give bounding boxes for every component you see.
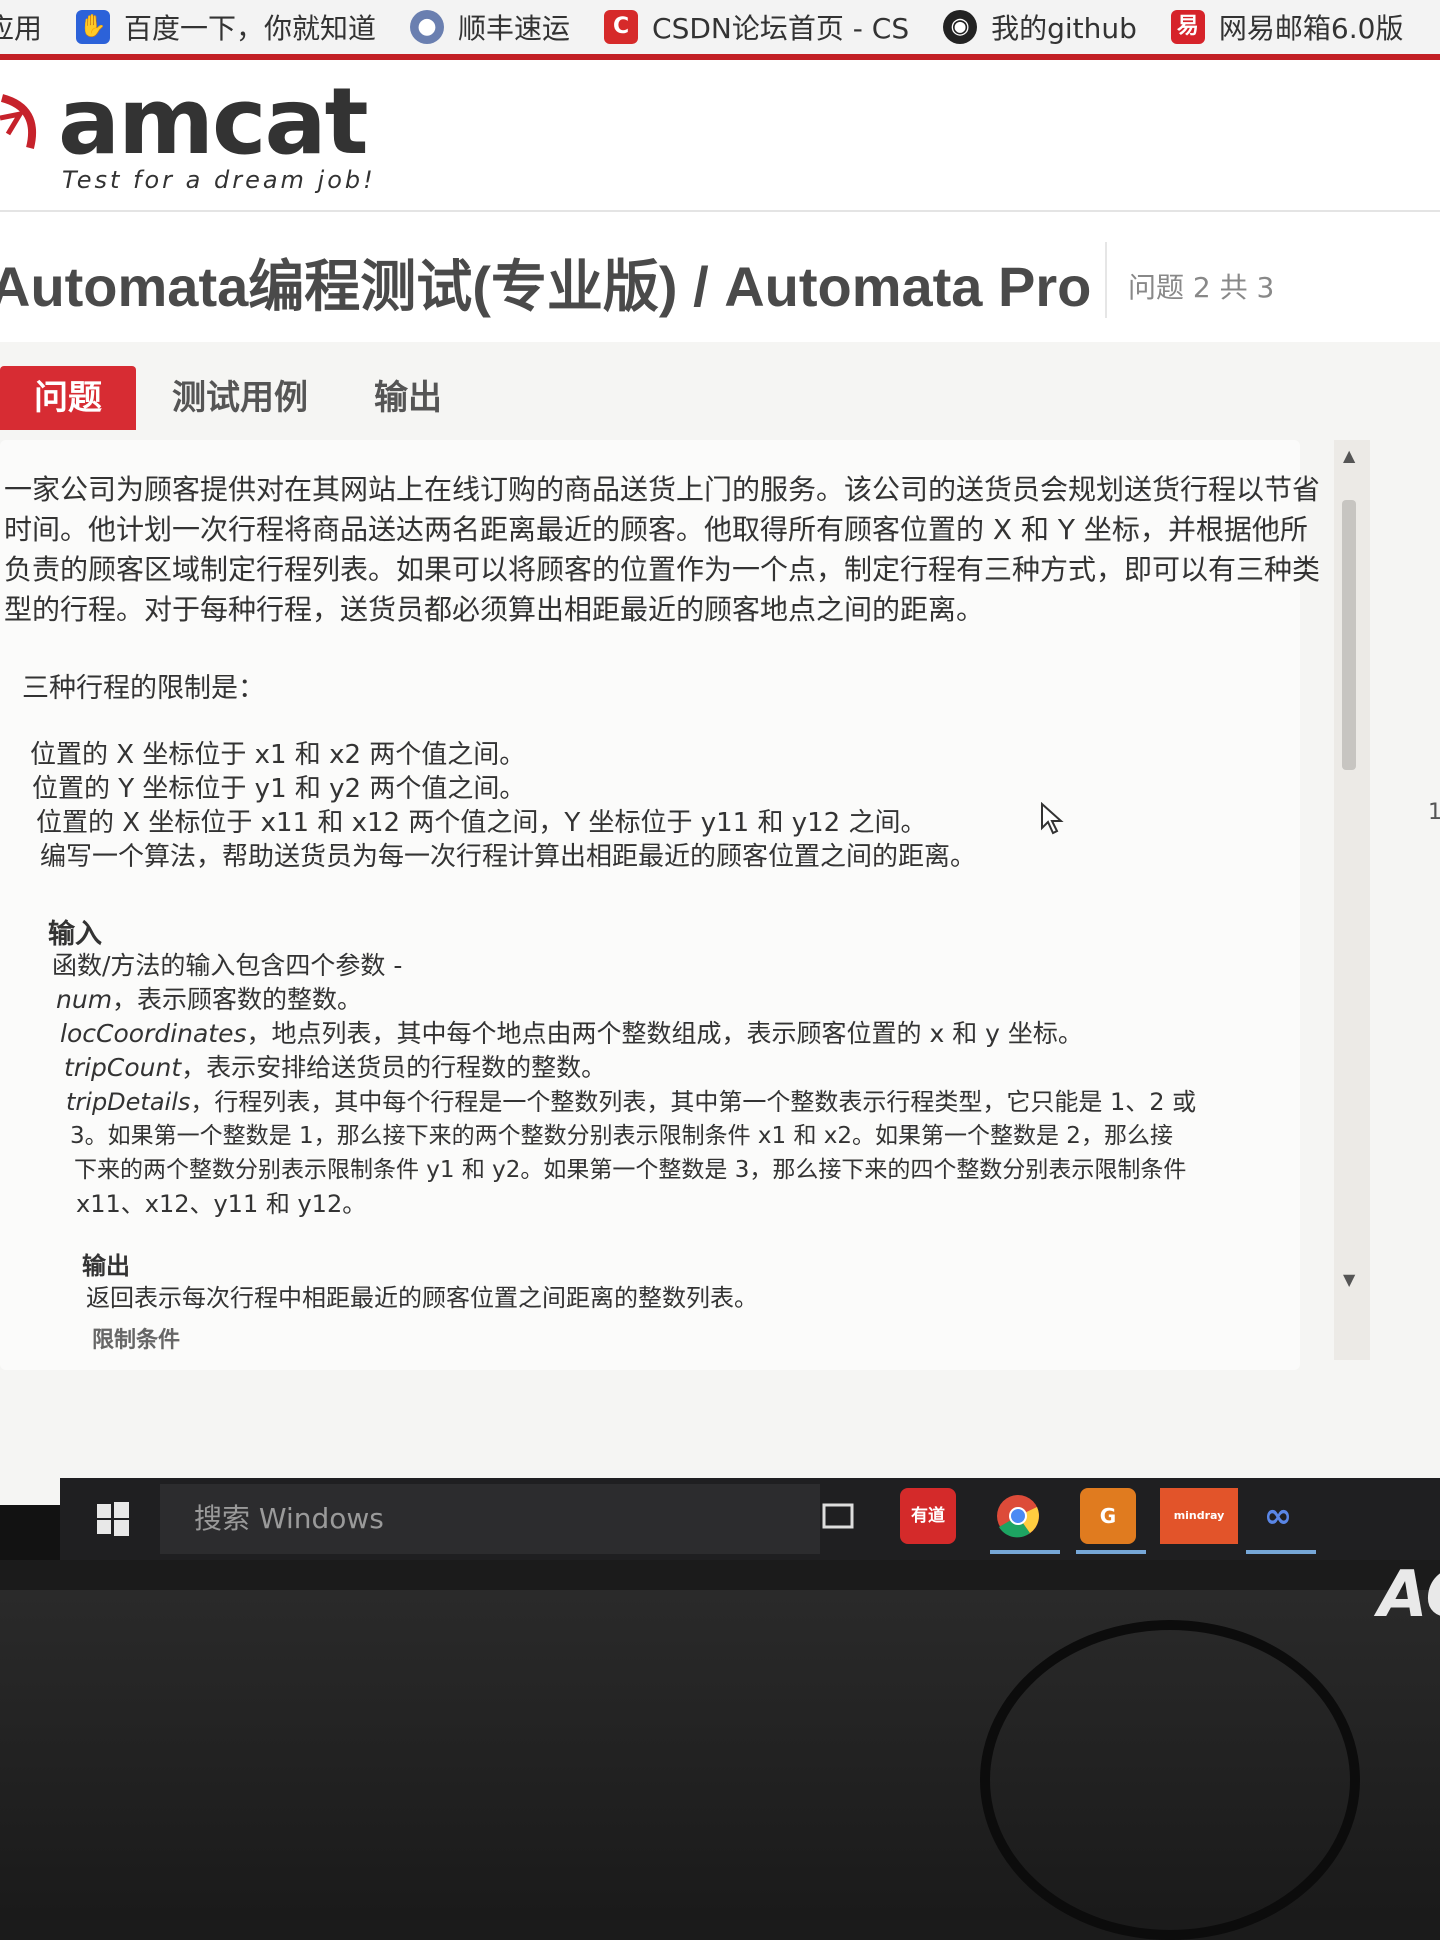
app-orange-icon[interactable]: G bbox=[1080, 1488, 1136, 1544]
bookmark-label: 我的github bbox=[991, 12, 1137, 45]
mouse-cursor-icon bbox=[1041, 802, 1064, 835]
bookmark-label: 应用 bbox=[0, 12, 43, 45]
limits-heading: 三种行程的限制是： bbox=[22, 673, 265, 704]
problem-intro: 一家公司为顾客提供对在其网站上在线订购的商品送货上门的服务。该公司的送货员会规划… bbox=[4, 473, 1321, 626]
limit-item: 位置的 X 坐标位于 x11 和 x12 两个值之间，Y 坐标位于 y11 和 … bbox=[36, 808, 927, 838]
bookmarks-bar: 应用 ✋ 百度一下，你就知道 ● 顺丰速运 C CSDN论坛首页 - CS ◉ … bbox=[0, 0, 1440, 60]
bookmark-github[interactable]: ◉ 我的github bbox=[943, 7, 1137, 47]
title-divider bbox=[1105, 242, 1107, 318]
desk-cable bbox=[980, 1620, 1360, 1940]
param-desc: ，表示顾客数的整数。 bbox=[112, 985, 363, 1014]
problem-panel: 一家公司为顾客提供对在其网站上在线订购的商品送货上门的服务。该公司的送货员会规划… bbox=[0, 440, 1320, 1370]
bookmark-csdn[interactable]: C CSDN论坛首页 - CS bbox=[604, 7, 909, 47]
param-desc: ，地点列表，其中每个地点由两个整数组成，表示顾客位置的 x 和 y 坐标。 bbox=[246, 1019, 1083, 1048]
github-icon: ◉ bbox=[943, 10, 978, 44]
monitor-brand-logo: AO bbox=[1378, 1558, 1440, 1632]
scroll-up-arrow-icon[interactable]: ▲ bbox=[1343, 446, 1355, 465]
bookmark-sf-express[interactable]: ● 顺丰速运 bbox=[410, 7, 570, 47]
sf-express-icon: ● bbox=[410, 10, 445, 44]
limit-item: 位置的 Y 坐标位于 y1 和 y2 两个值之间。 bbox=[32, 774, 526, 804]
page-title: Automata编程测试(专业版) / Automata Pro bbox=[0, 255, 1092, 318]
bookmark-apps[interactable]: 应用 bbox=[0, 7, 42, 47]
bookmark-netease-mail[interactable]: 易 网易邮箱6.0版 bbox=[1170, 7, 1404, 47]
site-header: amcat Test for a dream job! bbox=[0, 60, 1440, 212]
side-panel-number: 1 bbox=[1428, 800, 1440, 825]
app-active-indicator bbox=[1076, 1550, 1146, 1554]
param-desc: ，行程列表，其中每个行程是一个整数列表，其中第一个整数表示行程类型，它只能是 1… bbox=[190, 1088, 1197, 1116]
chrome-active-indicator bbox=[990, 1550, 1060, 1554]
content-scrollbar[interactable]: ▲ ▼ bbox=[1334, 440, 1370, 1360]
param-name: tripDetails bbox=[66, 1088, 191, 1116]
taskbar-search-box[interactable]: 搜索 Windows bbox=[160, 1484, 820, 1554]
tab-output[interactable]: 输出 bbox=[374, 366, 442, 430]
trip-details-line: x11、x12、y11 和 y12。 bbox=[76, 1190, 367, 1218]
task-view-icon[interactable] bbox=[810, 1488, 866, 1544]
monitor: 应用 ✋ 百度一下，你就知道 ● 顺丰速运 C CSDN论坛首页 - CS ◉ … bbox=[0, 0, 1440, 1560]
youdao-icon[interactable]: 有道 bbox=[900, 1488, 956, 1544]
bookmark-label: 顺丰速运 bbox=[458, 12, 571, 45]
trip-details-line: 3。如果第一个整数是 1，那么接下来的两个整数分别表示限制条件 x1 和 x2。… bbox=[70, 1123, 1173, 1149]
trip-details-line: 下来的两个整数分别表示限制条件 y1 和 y2。如果第一个整数是 3，那么接下来… bbox=[74, 1157, 1187, 1183]
bookmark-label: CSDN论坛首页 - CS bbox=[652, 12, 910, 45]
baidu-paw-icon: ✋ bbox=[76, 10, 111, 44]
input-intro: 函数/方法的输入包含四个参数 - bbox=[52, 951, 403, 980]
param-tripCount: tripCount，表示安排给送货员的行程数的整数。 bbox=[64, 1048, 606, 1084]
browser-screen: 应用 ✋ 百度一下，你就知道 ● 顺丰速运 C CSDN论坛首页 - CS ◉ … bbox=[0, 0, 1440, 1505]
param-num: num，表示顾客数的整数。 bbox=[56, 980, 362, 1016]
tab-bar: 问题 测试用例 输出 bbox=[0, 356, 1440, 438]
windows-start-icon[interactable] bbox=[96, 1502, 130, 1536]
question-counter: 问题 2 共 3 bbox=[1128, 271, 1275, 304]
chrome-icon[interactable] bbox=[990, 1488, 1046, 1544]
logo-tagline: Test for a dream job! bbox=[62, 166, 376, 194]
param-name: locCoordinates bbox=[60, 1019, 247, 1048]
app-active-indicator bbox=[1246, 1550, 1316, 1554]
task-statement: 编写一个算法，帮助送货员为每一次行程计算出相距最近的顾客位置之间的距离。 bbox=[40, 842, 977, 872]
param-name: tripCount bbox=[64, 1053, 182, 1082]
scroll-down-arrow-icon[interactable]: ▼ bbox=[1343, 1270, 1355, 1289]
bookmark-label: 百度一下，你就知道 bbox=[124, 12, 377, 45]
amcat-logo[interactable]: amcat bbox=[58, 68, 369, 175]
constraints-heading: 限制条件 bbox=[92, 1328, 181, 1353]
param-desc: ，表示安排给送货员的行程数的整数。 bbox=[181, 1053, 607, 1082]
windows-taskbar: 搜索 Windows 有道 G mindray ∞ bbox=[60, 1478, 1440, 1560]
limit-item: 位置的 X 坐标位于 x1 和 x2 两个值之间。 bbox=[30, 740, 526, 770]
infinity-app-icon[interactable]: ∞ bbox=[1250, 1488, 1306, 1544]
bookmark-baidu[interactable]: ✋ 百度一下，你就知道 bbox=[76, 7, 376, 47]
param-tripDetails: tripDetails，行程列表，其中每个行程是一个整数列表，其中第一个整数表示… bbox=[66, 1082, 1196, 1117]
amcat-swoosh-icon bbox=[0, 94, 37, 149]
netease-mail-icon: 易 bbox=[1170, 10, 1205, 44]
tab-problem[interactable]: 问题 bbox=[0, 366, 136, 430]
param-name: num bbox=[56, 985, 113, 1014]
output-heading: 输出 bbox=[82, 1252, 130, 1280]
csdn-icon: C bbox=[604, 10, 639, 44]
scroll-thumb[interactable] bbox=[1342, 500, 1356, 770]
output-text: 返回表示每次行程中相距最近的顾客位置之间距离的整数列表。 bbox=[86, 1284, 758, 1312]
bookmark-label: 网易邮箱6.0版 bbox=[1218, 12, 1404, 45]
mindray-icon[interactable]: mindray bbox=[1160, 1488, 1238, 1544]
tab-test-cases[interactable]: 测试用例 bbox=[172, 366, 308, 430]
title-bar: Automata编程测试(专业版) / Automata Pro 问题 2 共 … bbox=[0, 212, 1440, 342]
param-locCoordinates: locCoordinates，地点列表，其中每个地点由两个整数组成，表示顾客位置… bbox=[60, 1014, 1083, 1050]
